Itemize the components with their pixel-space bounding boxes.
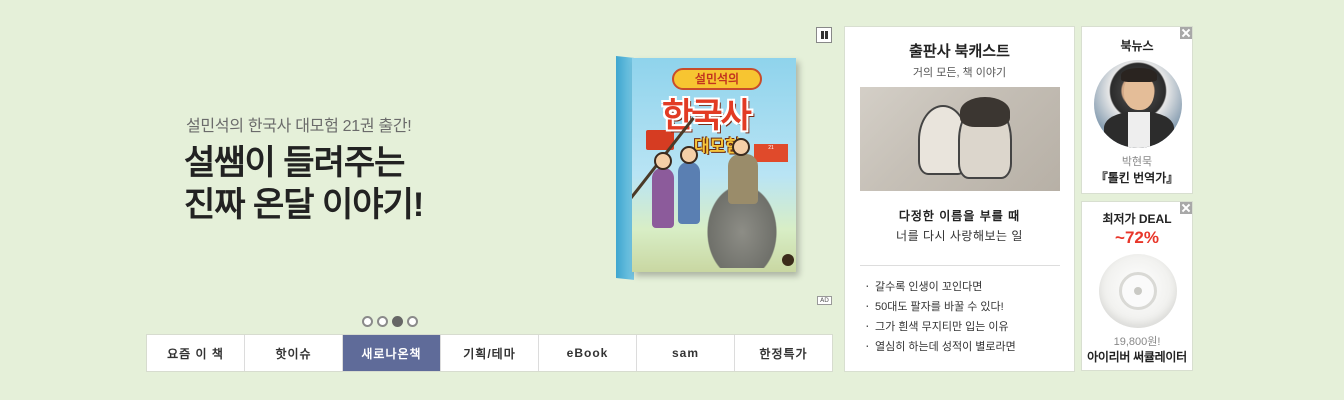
fan-center	[1134, 287, 1142, 295]
booknews-title: 북뉴스	[1120, 39, 1154, 53]
deal-card[interactable]: 최저가 DEAL ~72% 19,800원! 아이리버 써큘레이터	[1081, 201, 1193, 371]
podcast-book-title[interactable]: 다정한 이름을 부를 때	[845, 207, 1074, 224]
podcast-episode-link[interactable]: 갈수록 인생이 꼬인다면	[865, 277, 1016, 299]
divider	[860, 265, 1060, 266]
booknews-person-name: 박현묵	[1121, 156, 1153, 168]
deal-title: 최저가 DEAL	[1102, 212, 1172, 226]
tab-sam[interactable]: sam	[637, 335, 735, 371]
tab-ebook[interactable]: eBook	[539, 335, 637, 371]
booknews-person-role: 『톨킨 번역가』	[1095, 171, 1179, 185]
podcast-illustration-image[interactable]	[860, 87, 1060, 191]
tab-new-books[interactable]: 새로나온책	[343, 335, 441, 371]
pause-button[interactable]	[816, 27, 832, 43]
tab-hot-issue[interactable]: 핫이슈	[245, 335, 343, 371]
ad-badge: AD	[817, 296, 832, 305]
category-tabs: 요즘 이 책 핫이슈 새로나온책 기획/테마 eBook sam 한정특가	[146, 334, 833, 372]
avatar-hair	[1121, 68, 1157, 82]
hero-headline[interactable]: 설쌤이 들려주는 진짜 온달 이야기!	[184, 142, 424, 226]
tab-trending-books[interactable]: 요즘 이 책	[147, 335, 245, 371]
podcast-episode-list: 갈수록 인생이 꼬인다면 50대도 팔자를 바꿀 수 있다! 그가 흰색 무지티…	[865, 277, 1016, 359]
tab-limited-deal[interactable]: 한정특가	[735, 335, 832, 371]
book-series-label: 설민석의	[672, 68, 762, 90]
podcast-subtitle: 거의 모든, 책 이야기	[912, 67, 1007, 79]
carousel-dot-4[interactable]	[407, 316, 418, 327]
book-character-head	[654, 152, 672, 170]
book-volume-tag: 21	[754, 144, 788, 162]
deal-price: 19,800원!	[1113, 336, 1161, 348]
book-rider-illustration	[728, 154, 758, 204]
book-cover-image[interactable]: 설민석의 한국사 대모험 21	[616, 52, 798, 280]
booknews-card[interactable]: 북뉴스 박현묵 『톨킨 번역가』	[1081, 26, 1193, 194]
hero-headline-line1: 설쌤이 들려주는	[184, 144, 405, 182]
book-rider-head	[732, 138, 750, 156]
book-character-illustration	[652, 168, 674, 228]
podcast-title[interactable]: 출판사 북캐스트	[845, 40, 1074, 61]
book-character-illustration	[678, 162, 700, 224]
publisher-logo-icon	[782, 254, 794, 266]
carousel-dot-3[interactable]	[392, 316, 403, 327]
book-character-head	[680, 146, 698, 164]
carousel-dot-2[interactable]	[377, 316, 388, 327]
podcast-episode-link[interactable]: 그가 흰색 무지티만 입는 이유	[865, 317, 1016, 339]
hero-subtitle: 설민석의 한국사 대모험 21권 출간!	[186, 118, 412, 135]
book-title: 한국사	[662, 96, 752, 136]
carousel-dot-1[interactable]	[362, 316, 373, 327]
podcast-book-subtitle: 너를 다시 사랑해보는 일	[896, 229, 1023, 243]
hero-headline-line2: 진짜 온달 이야기!	[184, 186, 424, 224]
podcast-panel: 출판사 북캐스트 거의 모든, 책 이야기 다정한 이름을 부를 때 너를 다시…	[844, 26, 1075, 372]
avatar-shirt	[1128, 112, 1150, 148]
podcast-episode-link[interactable]: 50대도 팔자를 바꿀 수 있다!	[865, 297, 1016, 319]
avatar[interactable]	[1094, 60, 1182, 148]
tab-planning-theme[interactable]: 기획/테마	[441, 335, 539, 371]
carousel-indicators	[362, 316, 418, 327]
deal-product-name: 아이리버 써큘레이터	[1087, 350, 1187, 364]
book-front: 설민석의 한국사 대모험 21	[632, 58, 796, 272]
deal-discount: ~72%	[1115, 228, 1159, 247]
illustration-hair	[960, 97, 1010, 127]
podcast-episode-link[interactable]: 열심히 하는데 성적이 별로라면	[865, 337, 1016, 359]
product-image[interactable]	[1099, 254, 1177, 328]
